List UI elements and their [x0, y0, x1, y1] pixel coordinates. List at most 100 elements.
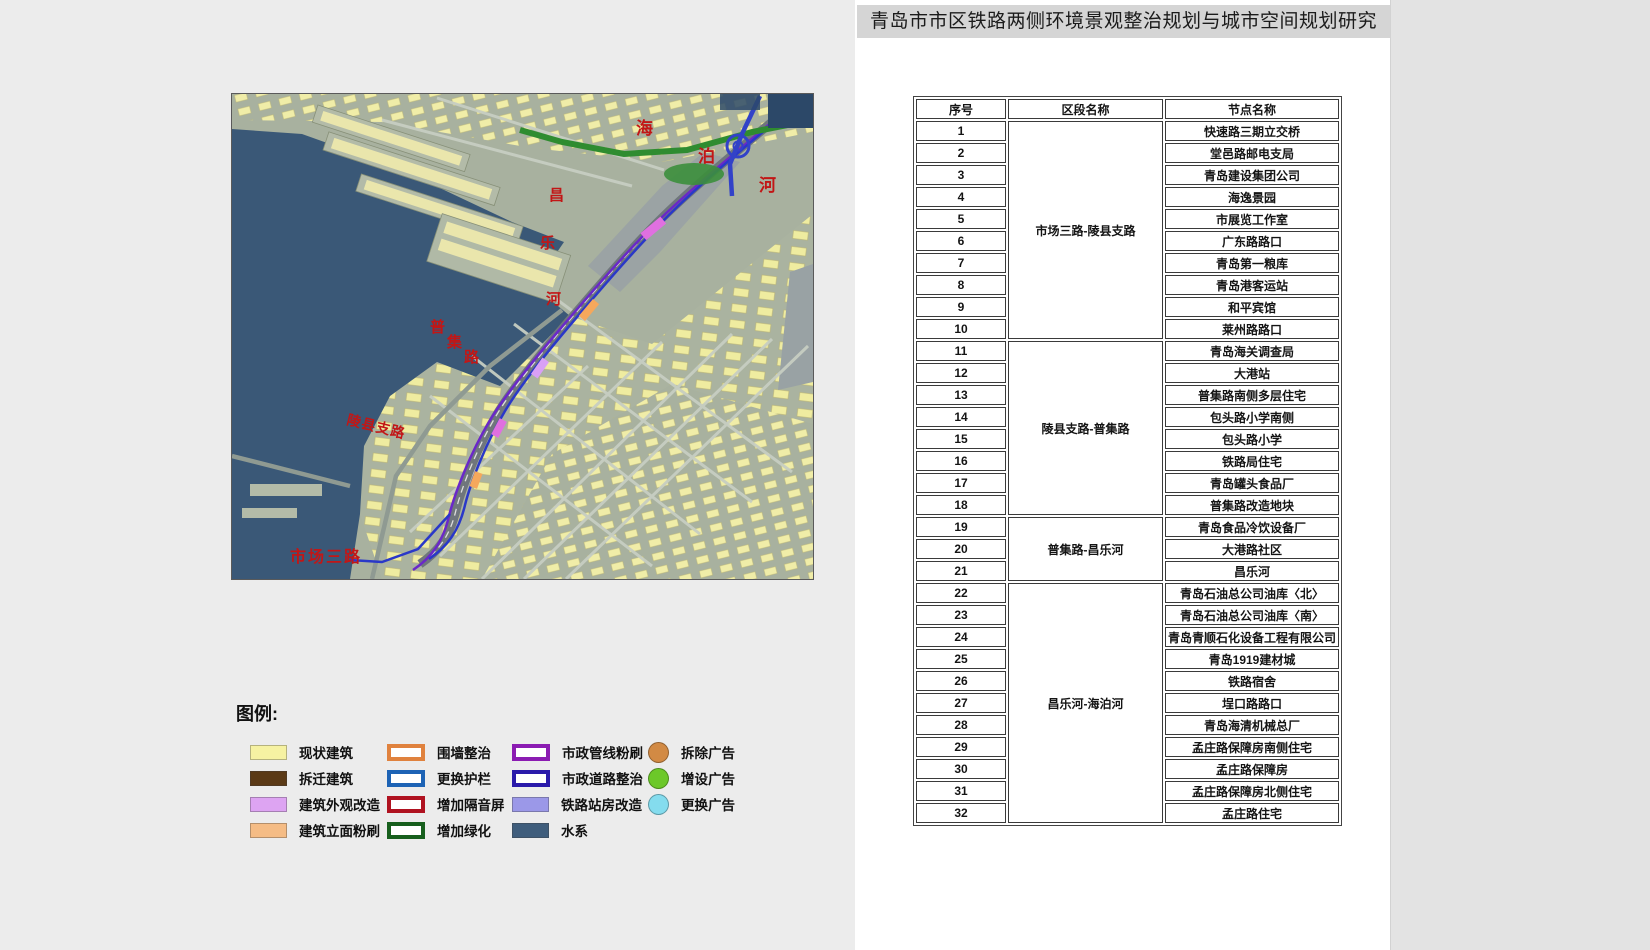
node-name: 普集路南侧多层住宅: [1165, 385, 1339, 405]
row-number: 16: [916, 451, 1006, 471]
legend-label: 围墙整治: [437, 742, 491, 762]
row-number: 27: [916, 693, 1006, 713]
svg-text:市场三路: 市场三路: [290, 547, 362, 566]
section-name: 昌乐河-海泊河: [1008, 583, 1163, 823]
legend-label: 现状建筑: [299, 742, 353, 762]
legend-label: 拆除广告: [681, 742, 735, 762]
legend-item: 更换护栏: [387, 767, 491, 789]
table-header-row: 序号 区段名称 节点名称: [916, 99, 1339, 119]
svg-text:河: 河: [546, 290, 561, 308]
legend-heading: 图例:: [236, 700, 278, 726]
row-number: 26: [916, 671, 1006, 691]
node-name: 青岛青顺石化设备工程有限公司: [1165, 627, 1339, 647]
legend-swatch-icon: [387, 822, 425, 839]
row-number: 20: [916, 539, 1006, 559]
row-number: 29: [916, 737, 1006, 757]
row-number: 9: [916, 297, 1006, 317]
legend-label: 更换广告: [681, 794, 735, 814]
node-name: 孟庄路保障房南侧住宅: [1165, 737, 1339, 757]
legend-swatch-icon: [387, 744, 425, 761]
row-number: 10: [916, 319, 1006, 339]
row-number: 6: [916, 231, 1006, 251]
svg-text:泊: 泊: [698, 147, 715, 166]
legend-label: 拆迁建筑: [299, 768, 353, 788]
node-name: 青岛石油总公司油库〈北〉: [1165, 583, 1339, 603]
node-name: 堂邑路邮电支局: [1165, 143, 1339, 163]
legend-item: 建筑立面粉刷: [250, 819, 380, 841]
node-name: 青岛建设集团公司: [1165, 165, 1339, 185]
section-name: 普集路-昌乐河: [1008, 517, 1163, 581]
node-name: 青岛食品冷饮设备厂: [1165, 517, 1339, 537]
legend-label: 增设广告: [681, 768, 735, 788]
node-name: 孟庄路住宅: [1165, 803, 1339, 823]
legend-label: 水系: [561, 820, 588, 840]
node-name: 大港站: [1165, 363, 1339, 383]
row-number: 7: [916, 253, 1006, 273]
legend-item: 更换广告: [648, 793, 735, 815]
legend-item: 建筑外观改造: [250, 793, 380, 815]
qingdao-planning-map: 海泊河昌乐河普集路陵县支路市场三路: [231, 93, 814, 580]
row-number: 19: [916, 517, 1006, 537]
row-number: 31: [916, 781, 1006, 801]
node-name: 孟庄路保障房北侧住宅: [1165, 781, 1339, 801]
node-name: 青岛1919建材城: [1165, 649, 1339, 669]
legend-swatch-icon: [512, 823, 549, 838]
svg-text:普: 普: [430, 318, 445, 336]
svg-text:集: 集: [446, 333, 463, 351]
node-name: 莱州路路口: [1165, 319, 1339, 339]
legend-swatch-icon: [387, 770, 425, 787]
row-number: 13: [916, 385, 1006, 405]
table-row: 1市场三路-陵县支路快速路三期立交桥: [916, 121, 1339, 141]
node-name: 包头路小学: [1165, 429, 1339, 449]
node-name: 青岛海关调查局: [1165, 341, 1339, 361]
row-number: 8: [916, 275, 1006, 295]
table-row: 19普集路-昌乐河青岛食品冷饮设备厂: [916, 517, 1339, 537]
legend-item: 拆除广告: [648, 741, 735, 763]
legend-label: 增加隔音屏: [437, 794, 505, 814]
node-name: 青岛海清机械总厂: [1165, 715, 1339, 735]
row-number: 30: [916, 759, 1006, 779]
svg-text:路: 路: [464, 348, 480, 366]
node-name: 昌乐河: [1165, 561, 1339, 581]
table-row: 22昌乐河-海泊河青岛石油总公司油库〈北〉: [916, 583, 1339, 603]
row-number: 17: [916, 473, 1006, 493]
header-section: 区段名称: [1008, 99, 1163, 119]
legend-swatch-icon: [387, 796, 425, 813]
right-margin-strip: [1390, 0, 1650, 950]
row-number: 4: [916, 187, 1006, 207]
legend-label: 市政管线粉刷: [562, 742, 643, 762]
node-name: 埕口路路口: [1165, 693, 1339, 713]
svg-text:昌: 昌: [549, 187, 564, 204]
row-number: 14: [916, 407, 1006, 427]
legend-item: 水系: [512, 819, 588, 841]
page-title: 青岛市市区铁路两侧环境景观整治规划与城市空间规划研究: [857, 5, 1390, 38]
header-index: 序号: [916, 99, 1006, 119]
node-name: 广东路路口: [1165, 231, 1339, 251]
node-name: 青岛港客运站: [1165, 275, 1339, 295]
legend-label: 更换护栏: [437, 768, 491, 788]
legend-swatch-icon: [648, 742, 669, 763]
legend-item: 增加隔音屏: [387, 793, 505, 815]
legend-label: 市政道路整治: [562, 768, 643, 788]
node-name: 市展览工作室: [1165, 209, 1339, 229]
table-row: 11陵县支路-普集路青岛海关调查局: [916, 341, 1339, 361]
section-name: 陵县支路-普集路: [1008, 341, 1163, 515]
node-name: 包头路小学南侧: [1165, 407, 1339, 427]
legend-item: 拆迁建筑: [250, 767, 353, 789]
node-name: 快速路三期立交桥: [1165, 121, 1339, 141]
node-name: 青岛第一粮库: [1165, 253, 1339, 273]
row-number: 1: [916, 121, 1006, 141]
row-number: 21: [916, 561, 1006, 581]
row-number: 24: [916, 627, 1006, 647]
legend-label: 建筑外观改造: [299, 794, 380, 814]
node-name: 普集路改造地块: [1165, 495, 1339, 515]
node-name: 青岛罐头食品厂: [1165, 473, 1339, 493]
node-name: 和平宾馆: [1165, 297, 1339, 317]
legend-item: 现状建筑: [250, 741, 353, 763]
legend-swatch-icon: [250, 823, 287, 838]
nodes-table: 序号 区段名称 节点名称 1市场三路-陵县支路快速路三期立交桥2堂邑路邮电支局3…: [913, 96, 1342, 826]
svg-text:河: 河: [759, 176, 776, 195]
node-name: 海逸景园: [1165, 187, 1339, 207]
node-name: 青岛石油总公司油库〈南〉: [1165, 605, 1339, 625]
row-number: 12: [916, 363, 1006, 383]
